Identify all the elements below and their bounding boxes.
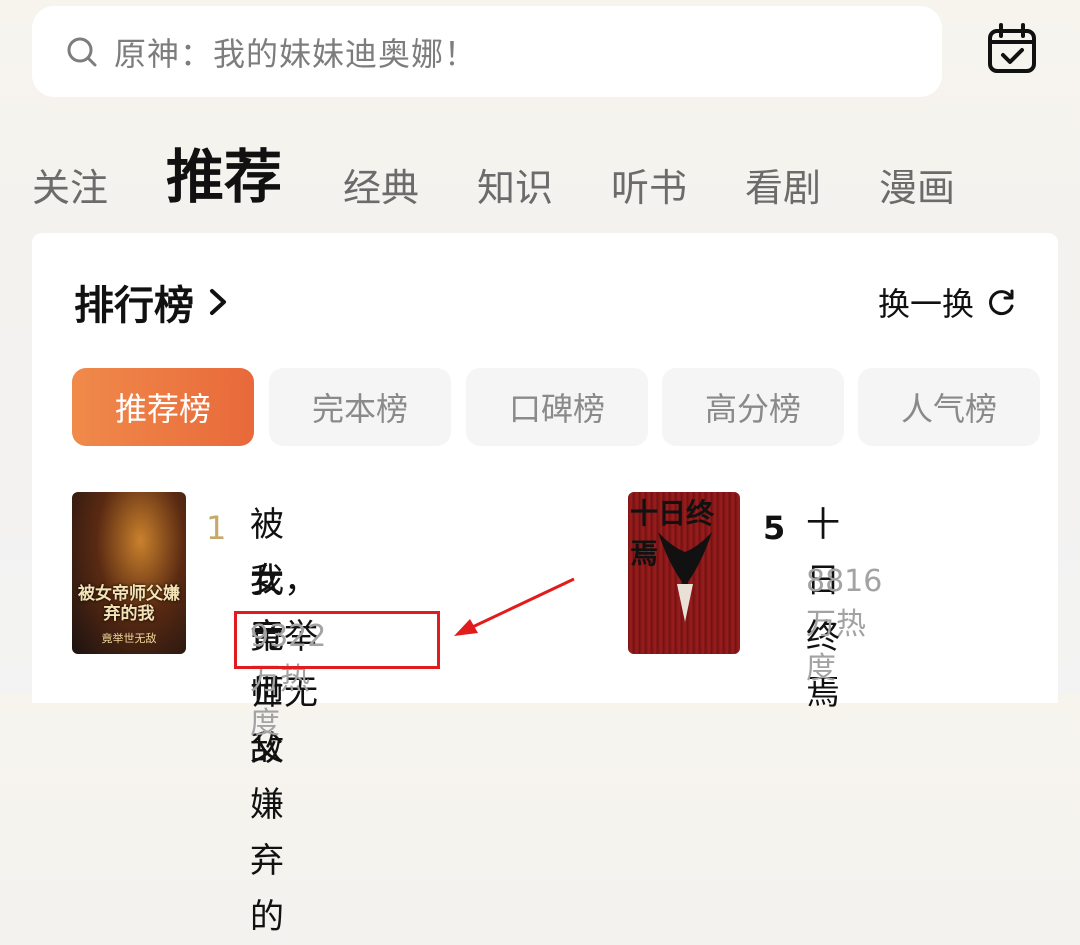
tab-follow[interactable]: 关注 [32,157,108,212]
cover-title-1: 被女帝师父嫌弃的我 [78,584,180,624]
tab-comics[interactable]: 漫画 [879,157,955,212]
search-bar[interactable]: 原神：我的妹妹迪奥娜！ [32,6,942,97]
search-placeholder: 原神：我的妹妹迪奥娜！ [114,34,478,73]
chevron-right-icon [210,289,226,315]
arrow-icon [454,577,575,636]
search-icon [67,37,97,66]
book-cover-1[interactable]: 被女帝师父嫌弃的我 竟举世无敌 [72,492,186,654]
top-tabs: 关注 推荐 经典 知识 听书 看剧 漫画 [32,140,1032,220]
highlight-box [234,611,440,669]
tab-audiobook[interactable]: 听书 [611,157,687,212]
cover-subtitle-1: 竟举世无敌 [101,632,157,645]
tab-knowledge[interactable]: 知识 [477,157,553,212]
book-cover-5[interactable]: 十日终焉 [628,492,740,654]
calendar-check-icon[interactable] [985,22,1039,76]
rank-number-1: 1 [206,509,227,547]
refresh-button[interactable]: 换一换 [878,279,1016,325]
tab-classic[interactable]: 经典 [343,157,419,212]
tab-drama[interactable]: 看剧 [745,157,821,212]
refresh-icon [989,289,1014,316]
tab-recommend[interactable]: 推荐 [166,130,282,214]
ranking-header[interactable]: 排行榜 [74,273,228,331]
ranking-title: 排行榜 [74,283,194,329]
chip-recommend-list[interactable]: 推荐榜 [72,368,254,446]
chip-completed-list[interactable]: 完本榜 [269,368,451,446]
chip-reputation-list[interactable]: 口碑榜 [466,368,648,446]
chip-popularity-list[interactable]: 人气榜 [858,368,1040,446]
book-heat-5: 8816万热度 [806,564,883,686]
cover-title-5: 十日终焉 [630,497,715,570]
rank-number-5: 5 [763,509,786,547]
ranking-card: 排行榜 换一换 推荐榜 完本榜 口碑榜 高分榜 人气榜 被女帝师父嫌弃的我 竟举… [32,233,1058,937]
chip-high-score-list[interactable]: 高分榜 [662,368,844,446]
ranking-chips: 推荐榜 完本榜 口碑榜 高分榜 人气榜 [72,368,1072,446]
refresh-label: 换一换 [877,285,974,323]
